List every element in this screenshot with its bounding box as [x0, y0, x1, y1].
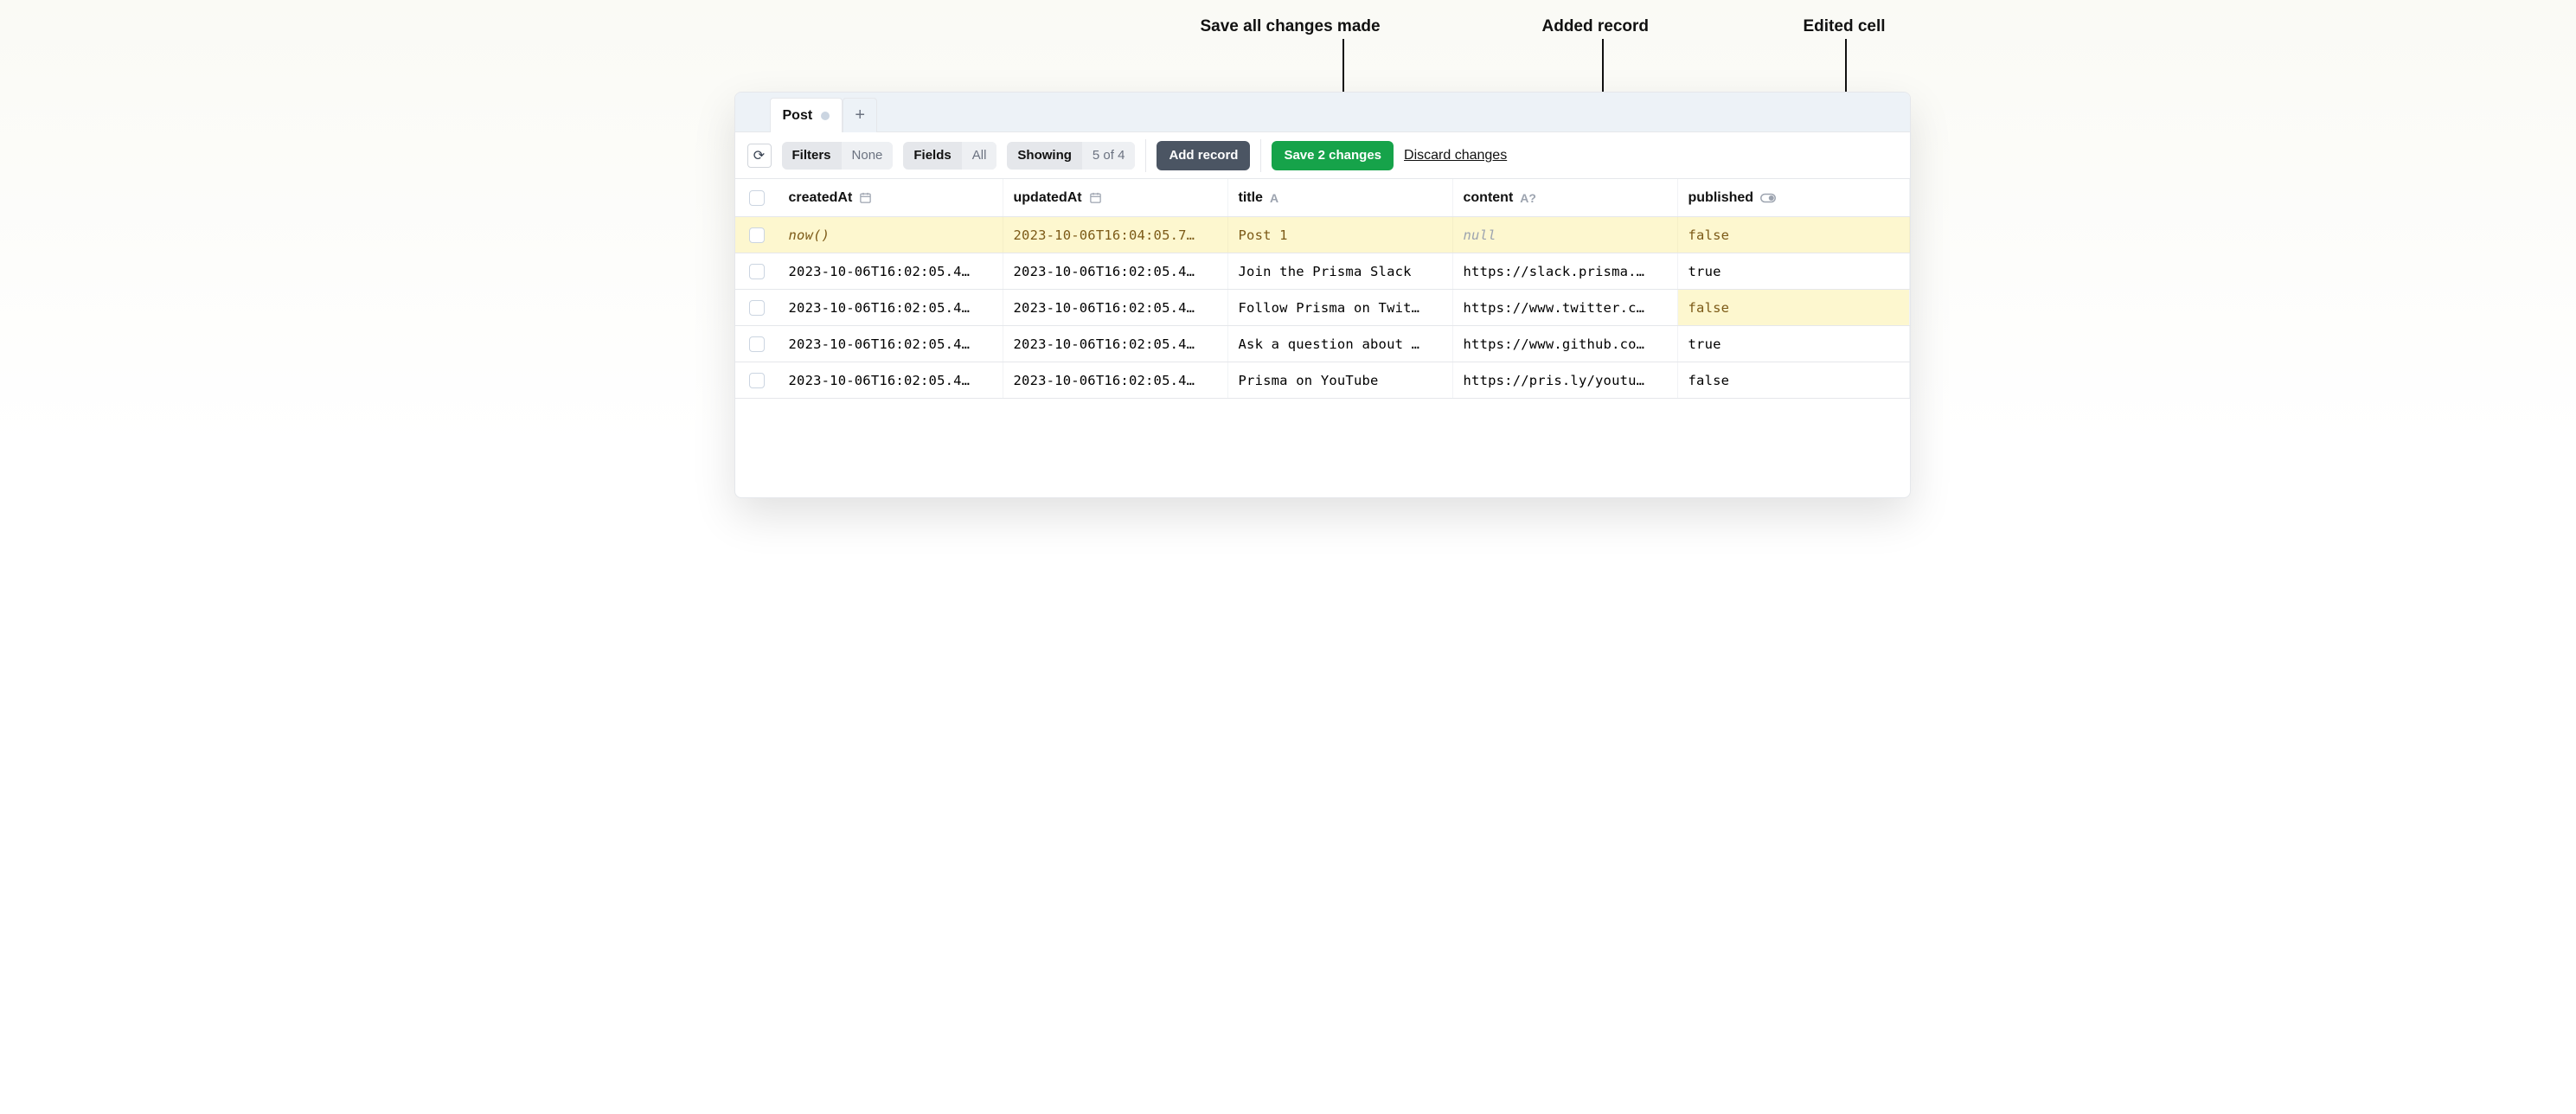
showing-value: 5 of 4 [1082, 142, 1136, 170]
row-checkbox[interactable] [749, 373, 765, 388]
row-checkbox-cell [735, 362, 779, 398]
header-title[interactable]: title A [1228, 179, 1453, 216]
add-record-label: Add record [1169, 148, 1238, 163]
cell-published[interactable]: true [1678, 253, 1910, 289]
header-content-label: content [1464, 190, 1514, 206]
cell-createdAt[interactable]: 2023-10-06T16:02:05.4… [779, 362, 1003, 398]
calendar-icon [859, 191, 872, 204]
filters-value: None [842, 142, 894, 170]
header-createdAt[interactable]: createdAt [779, 179, 1003, 216]
data-grid: createdAt updatedAt title A content [735, 179, 1910, 399]
cell-updatedAt[interactable]: 2023-10-06T16:04:05.7… [1003, 217, 1228, 253]
table-row: 2023-10-06T16:02:05.4…2023-10-06T16:02:0… [735, 362, 1910, 399]
table-row: 2023-10-06T16:02:05.4…2023-10-06T16:02:0… [735, 326, 1910, 362]
table-row: now()2023-10-06T16:04:05.7…Post 1nullfal… [735, 217, 1910, 253]
cell-content[interactable]: https://slack.prisma.… [1453, 253, 1678, 289]
fields-value: All [962, 142, 997, 170]
row-checkbox[interactable] [749, 227, 765, 243]
tab-add-button[interactable]: + [843, 98, 877, 132]
row-checkbox[interactable] [749, 264, 765, 279]
row-checkbox-cell [735, 253, 779, 289]
refresh-button[interactable]: ⟳ [747, 144, 772, 168]
cell-content[interactable]: https://www.twitter.c… [1453, 290, 1678, 325]
tab-label: Post [783, 108, 813, 124]
header-createdAt-label: createdAt [789, 190, 853, 206]
header-content[interactable]: content A? [1453, 179, 1678, 216]
table-row: 2023-10-06T16:02:05.4…2023-10-06T16:02:0… [735, 253, 1910, 290]
annotation-save-all: Save all changes made [1201, 17, 1381, 36]
tab-bar: Post + [735, 93, 1910, 132]
cell-updatedAt[interactable]: 2023-10-06T16:02:05.4… [1003, 253, 1228, 289]
text-nullable-type-icon: A? [1520, 191, 1536, 205]
header-updatedAt-label: updatedAt [1014, 190, 1082, 206]
row-checkbox-cell [735, 217, 779, 253]
data-editor-panel: Post + ⟳ Filters None Fields All Showing… [734, 92, 1911, 498]
header-title-label: title [1239, 190, 1263, 206]
save-changes-button[interactable]: Save 2 changes [1272, 141, 1394, 170]
table-row: 2023-10-06T16:02:05.4…2023-10-06T16:02:0… [735, 290, 1910, 326]
toolbar: ⟳ Filters None Fields All Showing 5 of 4… [735, 132, 1910, 179]
annotation-added-record: Added record [1542, 17, 1650, 36]
cell-createdAt[interactable]: 2023-10-06T16:02:05.4… [779, 326, 1003, 362]
row-checkbox-cell [735, 290, 779, 325]
filters-label: Filters [782, 142, 842, 170]
cell-title[interactable]: Follow Prisma on Twit… [1228, 290, 1453, 325]
header-published-label: published [1688, 190, 1754, 206]
row-checkbox[interactable] [749, 300, 765, 316]
cell-published[interactable]: false [1678, 217, 1910, 253]
text-type-icon: A [1270, 191, 1278, 205]
row-checkbox[interactable] [749, 336, 765, 352]
calendar-icon [1089, 191, 1102, 204]
fields-label: Fields [903, 142, 961, 170]
filters-pill[interactable]: Filters None [782, 142, 894, 170]
header-published[interactable]: published [1678, 179, 1910, 216]
save-changes-label: Save 2 changes [1284, 148, 1381, 163]
cell-title[interactable]: Ask a question about … [1228, 326, 1453, 362]
refresh-icon: ⟳ [753, 147, 765, 164]
tab-post[interactable]: Post [770, 98, 843, 132]
cell-updatedAt[interactable]: 2023-10-06T16:02:05.4… [1003, 362, 1228, 398]
cell-published[interactable]: false [1678, 362, 1910, 398]
cell-content[interactable]: https://pris.ly/youtu… [1453, 362, 1678, 398]
select-all-checkbox[interactable] [749, 190, 765, 206]
toolbar-divider [1145, 139, 1146, 172]
add-record-button[interactable]: Add record [1157, 141, 1250, 170]
cell-content[interactable]: https://www.github.co… [1453, 326, 1678, 362]
table-header-row: createdAt updatedAt title A content [735, 179, 1910, 217]
cell-content[interactable]: null [1453, 217, 1678, 253]
discard-changes-label: Discard changes [1404, 148, 1507, 163]
cell-title[interactable]: Post 1 [1228, 217, 1453, 253]
tab-dirty-indicator-icon [821, 112, 830, 120]
cell-published[interactable]: true [1678, 326, 1910, 362]
annotation-edited-cell: Edited cell [1804, 17, 1886, 36]
showing-pill[interactable]: Showing 5 of 4 [1007, 142, 1135, 170]
boolean-type-icon [1760, 193, 1776, 203]
cell-title[interactable]: Prisma on YouTube [1228, 362, 1453, 398]
cell-updatedAt[interactable]: 2023-10-06T16:02:05.4… [1003, 290, 1228, 325]
plus-icon: + [855, 106, 865, 125]
fields-pill[interactable]: Fields All [903, 142, 996, 170]
row-checkbox-cell [735, 326, 779, 362]
cell-updatedAt[interactable]: 2023-10-06T16:02:05.4… [1003, 326, 1228, 362]
cell-title[interactable]: Join the Prisma Slack [1228, 253, 1453, 289]
header-checkbox-cell [735, 179, 779, 216]
discard-changes-link[interactable]: Discard changes [1404, 148, 1507, 163]
cell-createdAt[interactable]: 2023-10-06T16:02:05.4… [779, 253, 1003, 289]
header-updatedAt[interactable]: updatedAt [1003, 179, 1228, 216]
cell-published[interactable]: false [1678, 290, 1910, 325]
cell-createdAt[interactable]: now() [779, 217, 1003, 253]
cell-createdAt[interactable]: 2023-10-06T16:02:05.4… [779, 290, 1003, 325]
showing-label: Showing [1007, 142, 1082, 170]
toolbar-divider-2 [1260, 139, 1261, 172]
